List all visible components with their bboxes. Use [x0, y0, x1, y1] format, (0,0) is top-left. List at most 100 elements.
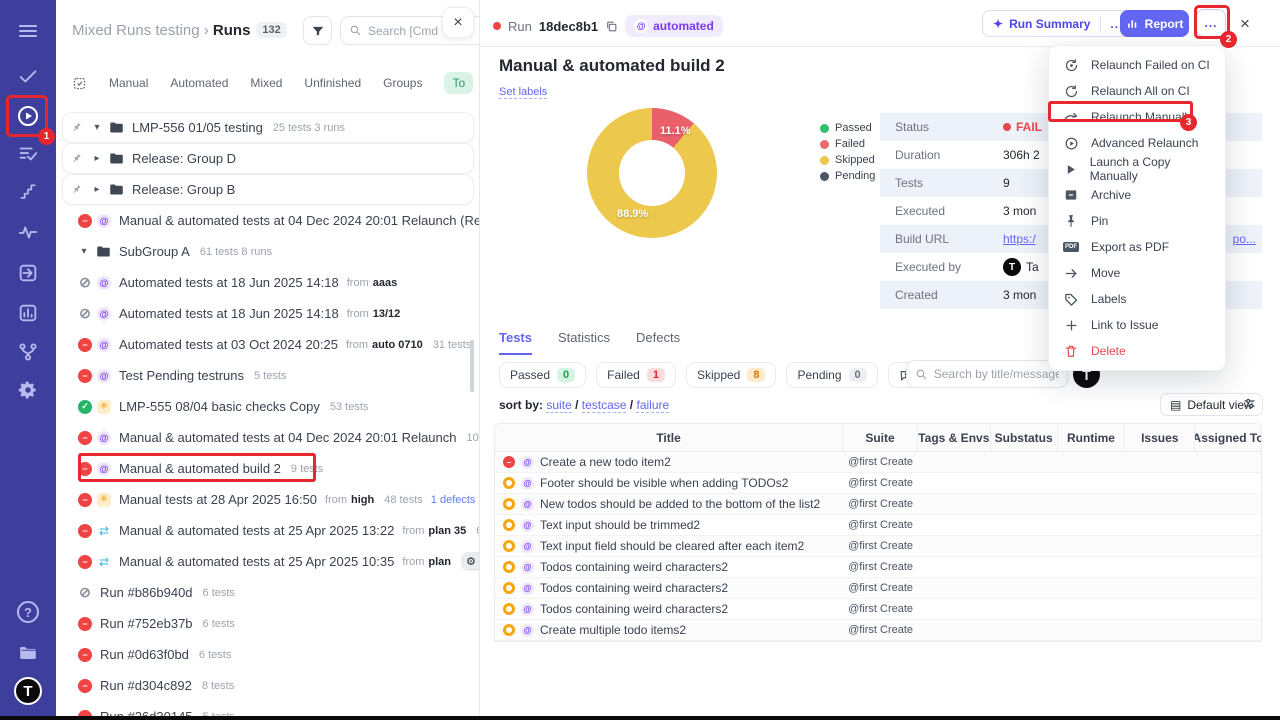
runs-filter-tab-mixed[interactable]: Mixed [250, 76, 282, 90]
settings-gear-icon[interactable] [0, 378, 56, 402]
results-check-icon[interactable] [0, 64, 56, 88]
menu-item-archive[interactable]: Archive [1049, 182, 1225, 208]
close-panel-button[interactable]: × [442, 7, 474, 38]
col-header-substatus[interactable]: Substatus [990, 424, 1057, 451]
col-header-issues[interactable]: Issues [1124, 424, 1194, 451]
run-row[interactable]: ✓✳LMP-555 08/04 basic checks Copy53 test… [56, 391, 480, 422]
branch-icon[interactable] [0, 340, 56, 364]
menu-item-launch-a-copy-manually[interactable]: Launch a Copy Manually [1049, 156, 1225, 182]
col-header-title[interactable]: Title [495, 424, 842, 451]
test-row[interactable]: @Text input should be trimmed2@first Cre… [495, 515, 1261, 536]
sort-by-testcase-link[interactable]: testcase [582, 398, 627, 413]
run-row[interactable]: −✳Manual tests at 28 Apr 2025 16:50fromh… [56, 484, 480, 515]
test-row[interactable]: @Todos containing weird characters2@firs… [495, 578, 1261, 599]
sort-by-failure-link[interactable]: failure [636, 398, 669, 413]
runs-filter-tab-groups[interactable]: Groups [383, 76, 422, 90]
projects-folder-icon[interactable] [0, 641, 56, 665]
passed-filter-chip[interactable]: Passed0 [499, 362, 586, 388]
set-labels-link[interactable]: Set labels [499, 86, 547, 99]
group-row[interactable]: ▸Release: Group D [62, 143, 474, 174]
detail-value[interactable]: https:/ [1003, 232, 1036, 246]
chevron-down-icon[interactable]: ▾ [78, 246, 90, 257]
breadcrumb-project[interactable]: Mixed Runs testing [72, 22, 200, 39]
automated-run-icon: @ [97, 214, 111, 228]
automated-test-icon: @ [521, 477, 534, 490]
run-row[interactable]: −Run #752eb37b6 tests [56, 608, 480, 639]
today-filter-chip[interactable]: To [444, 72, 473, 94]
menu-item-relaunch-failed-on-ci[interactable]: Relaunch Failed on CI [1049, 52, 1225, 78]
run-row[interactable]: −⇄Manual & automated tests at 25 Apr 202… [56, 515, 480, 546]
tab-defects[interactable]: Defects [636, 330, 680, 355]
user-avatar[interactable]: T [14, 677, 42, 705]
col-header-suite[interactable]: Suite [842, 424, 917, 451]
menu-item-pin[interactable]: Pin [1049, 208, 1225, 234]
runs-filter-tab-manual[interactable]: Manual [109, 76, 148, 90]
menu-item-delete[interactable]: Delete [1049, 338, 1225, 364]
failed-filter-chip[interactable]: Failed1 [596, 362, 676, 388]
menu-item-export-as-pdf[interactable]: PDFExport as PDF [1049, 234, 1225, 260]
run-row[interactable]: −⇄Manual & automated tests at 25 Apr 202… [56, 546, 480, 577]
help-icon[interactable]: ? [17, 601, 39, 623]
runs-filter-tab-unfinished[interactable]: Unfinished [304, 76, 361, 90]
menu-item-labels[interactable]: Labels [1049, 286, 1225, 312]
pending-filter-chip[interactable]: Pending0 [786, 362, 877, 388]
test-row[interactable]: @Todos containing weird characters2@firs… [495, 557, 1261, 578]
skipped-status-icon [503, 561, 515, 573]
test-row[interactable]: @New todos should be added to the bottom… [495, 494, 1261, 515]
group-row[interactable]: ▸Release: Group B [62, 174, 474, 205]
tests-search-input[interactable]: Search by title/message [906, 360, 1068, 388]
menu-item-label: Relaunch Failed on CI [1091, 58, 1210, 72]
skipped-filter-chip[interactable]: Skipped8 [686, 362, 777, 388]
chevron-right-icon[interactable]: ▸ [91, 153, 103, 164]
runs-filter-tab-automated[interactable]: Automated [170, 76, 228, 90]
menu-item-move[interactable]: Move [1049, 260, 1225, 286]
run-meta: 6 tests [203, 587, 235, 599]
col-header-assigned-to[interactable]: Assigned To [1194, 424, 1261, 451]
run-row[interactable]: −@Automated tests at 03 Oct 2024 20:25fr… [56, 329, 480, 360]
column-settings-icon[interactable] [1242, 396, 1257, 411]
run-row[interactable]: ⊘Run #b86b940d6 tests [56, 577, 480, 608]
run-label: Test Pending testruns [119, 368, 244, 383]
scrollbar-thumb[interactable] [470, 340, 474, 392]
test-row[interactable]: @Todos containing weird characters2@firs… [495, 599, 1261, 620]
run-row[interactable]: −Run #0d63f0bd6 tests [56, 639, 480, 670]
test-title: New todos should be added to the bottom … [540, 497, 820, 511]
menu-item-advanced-relaunch[interactable]: Advanced Relaunch [1049, 130, 1225, 156]
run-row[interactable]: ⊘@Automated tests at 18 Jun 2025 14:18fr… [56, 298, 480, 329]
group-row[interactable]: ▾LMP-556 01/05 testing25 tests 3 runs [62, 112, 474, 143]
group-row[interactable]: ▾SubGroup A61 tests 8 runs [56, 236, 480, 267]
run-summary-button[interactable]: ✦Run Summary ... [982, 10, 1133, 37]
chevron-down-icon[interactable]: ▾ [91, 122, 103, 133]
analytics-icon[interactable] [0, 301, 56, 325]
select-all-icon[interactable] [72, 76, 87, 91]
run-row[interactable]: −@Manual & automated tests at 04 Dec 202… [56, 205, 480, 236]
menu-icon[interactable] [0, 19, 56, 43]
sort-by-suite-link[interactable]: suite [546, 398, 571, 413]
test-row[interactable]: @Create multiple todo items2@first Creat… [495, 620, 1261, 641]
menu-item-link-to-issue[interactable]: Link to Issue [1049, 312, 1225, 338]
legend-dot [820, 124, 829, 133]
chevron-right-icon[interactable]: ▸ [91, 184, 103, 195]
milestones-icon[interactable] [0, 180, 56, 204]
run-row[interactable]: −@Manual & automated tests at 04 Dec 202… [56, 422, 480, 453]
run-row[interactable]: −@Test Pending testruns5 tests [56, 360, 480, 391]
test-row[interactable]: −@Create a new todo item2@first Create .… [495, 452, 1261, 473]
col-header-runtime[interactable]: Runtime [1057, 424, 1125, 451]
copy-icon[interactable] [605, 20, 618, 33]
report-button[interactable]: Report [1120, 10, 1189, 37]
test-row[interactable]: @Footer should be visible when adding TO… [495, 473, 1261, 494]
filter-button[interactable] [303, 16, 332, 45]
close-run-button[interactable]: × [1240, 14, 1250, 34]
tab-statistics[interactable]: Statistics [558, 330, 610, 355]
col-header-tags-envs[interactable]: Tags & Envs [917, 424, 990, 451]
run-row[interactable]: −Run #26d301455 tests [56, 701, 480, 716]
run-row[interactable]: −Run #d304c8928 tests [56, 670, 480, 701]
pulse-icon[interactable] [0, 220, 56, 244]
tab-tests[interactable]: Tests [499, 330, 532, 355]
defects-link[interactable]: 1 defects [431, 494, 476, 506]
import-icon[interactable] [0, 261, 56, 285]
test-cases-icon[interactable] [0, 142, 56, 166]
test-row[interactable]: @Text input field should be cleared afte… [495, 536, 1261, 557]
run-row[interactable]: ⊘@Automated tests at 18 Jun 2025 14:18fr… [56, 267, 480, 298]
build-url-continuation[interactable]: po... [1233, 232, 1256, 246]
